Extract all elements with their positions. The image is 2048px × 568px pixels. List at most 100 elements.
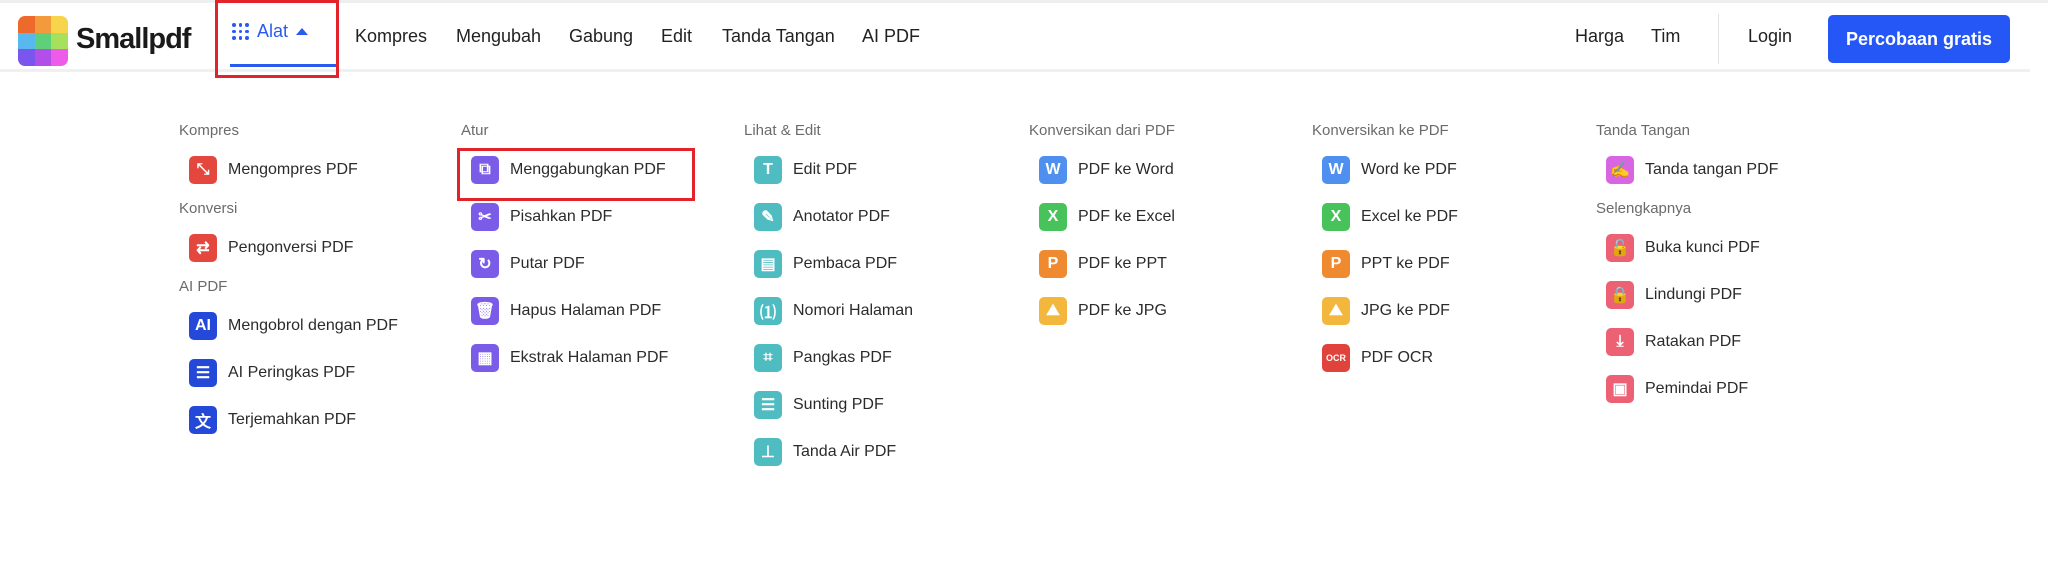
menu-item-label: Ekstrak Halaman PDF xyxy=(510,348,669,366)
translate-icon: 文 xyxy=(189,405,217,434)
nav-gabung[interactable]: Gabung xyxy=(569,26,633,47)
menu-item-label: Putar PDF xyxy=(510,254,585,272)
menu-item-pengonversi-pdf[interactable]: ⇄ Pengonversi PDF xyxy=(189,221,398,274)
menu-column: Lihat & Edit T Edit PDF ✎ Anotator PDF ▤ Pemba… xyxy=(744,120,913,478)
pencil-icon: ✎ xyxy=(754,202,782,231)
menu-column: Kompres ⤡ Mengompres PDF Konversi ⇄ Pengonver… xyxy=(179,120,398,446)
menu-item-label: Excel ke PDF xyxy=(1361,207,1458,225)
smallpdf-logo-icon[interactable] xyxy=(18,16,68,66)
menu-item-label: Ratakan PDF xyxy=(1645,332,1742,350)
menu-item-pdf-ke-jpg[interactable]: ⛰ PDF ke JPG xyxy=(1039,284,1175,337)
menu-item-label: Tanda tangan PDF xyxy=(1645,160,1779,178)
word-icon: W xyxy=(1039,155,1067,184)
signature-icon: ✍ xyxy=(1606,155,1634,184)
merge-icon: ⧉ xyxy=(471,155,499,184)
menu-column: Konversikan ke PDF W Word ke PDF X Excel ke … xyxy=(1312,120,1458,384)
word-icon: W xyxy=(1322,155,1350,184)
menu-item-label: Word ke PDF xyxy=(1361,160,1457,178)
menu-item-jpg-ke-pdf[interactable]: ⛰ JPG ke PDF xyxy=(1322,284,1458,337)
menu-item-pemindai-pdf[interactable]: ▣ Pemindai PDF xyxy=(1606,362,1778,415)
menu-item-anotator-pdf[interactable]: ✎ Anotator PDF xyxy=(754,190,913,243)
free-trial-button[interactable]: Percobaan gratis xyxy=(1828,15,2010,63)
menu-item-label: Pemindai PDF xyxy=(1645,379,1749,397)
lock-icon: 🔒 xyxy=(1606,280,1634,309)
menu-item-label: Anotator PDF xyxy=(793,207,890,225)
menu-item-buka-kunci-pdf[interactable]: 🔓 Buka kunci PDF xyxy=(1606,221,1778,274)
section-heading: Konversikan dari PDF xyxy=(1029,122,1175,139)
nav-mengubah[interactable]: Mengubah xyxy=(456,26,541,47)
menu-item-pembaca-pdf[interactable]: ▤ Pembaca PDF xyxy=(754,237,913,290)
brand-name[interactable]: Smallpdf xyxy=(76,23,191,56)
menu-item-label: Sunting PDF xyxy=(793,395,884,413)
menu-item-label: PDF ke JPG xyxy=(1078,301,1167,319)
menu-item-word-ke-pdf[interactable]: W Word ke PDF xyxy=(1322,143,1458,196)
document-icon: ▤ xyxy=(754,249,782,278)
menu-item-ekstrak-halaman-pdf[interactable]: ▦ Ekstrak Halaman PDF xyxy=(471,331,668,384)
menu-item-menggabungkan-pdf[interactable]: ⧉ Menggabungkan PDF xyxy=(471,143,668,196)
menu-item-label: Lindungi PDF xyxy=(1645,285,1742,303)
highlight-box-tools xyxy=(215,0,339,78)
flatten-icon: ⤓ xyxy=(1606,327,1634,356)
menu-item-label: Menggabungkan PDF xyxy=(510,160,666,178)
menu-item-edit-pdf[interactable]: T Edit PDF xyxy=(754,143,913,196)
nav-tanda-tangan[interactable]: Tanda Tangan xyxy=(722,26,835,47)
menu-column: Konversikan dari PDF W PDF ke Word X PDF ke … xyxy=(1029,120,1175,337)
nav-divider xyxy=(1718,14,1719,64)
menu-item-pangkas-pdf[interactable]: ⌗ Pangkas PDF xyxy=(754,331,913,384)
menu-item-pdf-ocr[interactable]: OCR PDF OCR xyxy=(1322,331,1458,384)
menu-item-label: Hapus Halaman PDF xyxy=(510,301,662,319)
menu-item-label: Pangkas PDF xyxy=(793,348,892,366)
nav-ai-pdf[interactable]: AI PDF xyxy=(862,26,920,47)
excel-icon: X xyxy=(1322,202,1350,231)
image-icon: ⛰ xyxy=(1039,296,1067,325)
menu-item-label: Mengobrol dengan PDF xyxy=(228,316,398,334)
ocr-icon: OCR xyxy=(1322,343,1350,372)
section-heading: Atur xyxy=(461,122,489,139)
menu-item-ratakan-pdf[interactable]: ⤓ Ratakan PDF xyxy=(1606,315,1778,368)
menu-item-tanda-tangan-pdf[interactable]: ✍ Tanda tangan PDF xyxy=(1606,143,1778,196)
menu-item-label: Pembaca PDF xyxy=(793,254,898,272)
menu-item-label: Mengompres PDF xyxy=(228,160,358,178)
menu-item-excel-ke-pdf[interactable]: X Excel ke PDF xyxy=(1322,190,1458,243)
trash-icon: 🗑 xyxy=(471,296,499,325)
list-icon: ☰ xyxy=(189,358,217,387)
menu-item-mengompres-pdf[interactable]: ⤡ Mengompres PDF xyxy=(189,143,398,196)
menu-item-tanda-air-pdf[interactable]: ⊥ Tanda Air PDF xyxy=(754,425,913,478)
nav-tim[interactable]: Tim xyxy=(1651,26,1680,47)
menu-item-pdf-ke-excel[interactable]: X PDF ke Excel xyxy=(1039,190,1175,243)
menu-item-mengobrol-dengan-pdf[interactable]: AI Mengobrol dengan PDF xyxy=(189,299,398,352)
menu-item-label: JPG ke PDF xyxy=(1361,301,1450,319)
page-number-icon: ⑴ xyxy=(754,296,782,325)
menu-item-label: PPT ke PDF xyxy=(1361,254,1450,272)
nav-kompres[interactable]: Kompres xyxy=(355,26,427,47)
nav-edit[interactable]: Edit xyxy=(661,26,692,47)
menu-item-hapus-halaman-pdf[interactable]: 🗑 Hapus Halaman PDF xyxy=(471,284,668,337)
nav-harga[interactable]: Harga xyxy=(1575,26,1624,47)
menu-item-pdf-ke-ppt[interactable]: P PDF ke PPT xyxy=(1039,237,1175,290)
menu-item-label: Pengonversi PDF xyxy=(228,238,354,256)
menu-column: Tanda Tangan ✍ Tanda tangan PDF Selengkapny… xyxy=(1596,120,1778,415)
section-heading: Konversikan ke PDF xyxy=(1312,122,1449,139)
section-heading: Lihat & Edit xyxy=(744,122,821,139)
menu-item-nomori-halaman[interactable]: ⑴ Nomori Halaman xyxy=(754,284,913,337)
login-link[interactable]: Login xyxy=(1748,26,1792,47)
compress-icon: ⤡ xyxy=(189,155,217,184)
redact-icon: ☰ xyxy=(754,390,782,419)
ppt-icon: P xyxy=(1039,249,1067,278)
section-heading: Tanda Tangan xyxy=(1596,122,1690,139)
menu-item-pisahkan-pdf[interactable]: ✂ Pisahkan PDF xyxy=(471,190,668,243)
menu-item-putar-pdf[interactable]: ↻ Putar PDF xyxy=(471,237,668,290)
menu-item-lindungi-pdf[interactable]: 🔒 Lindungi PDF xyxy=(1606,268,1778,321)
menu-item-terjemahkan-pdf[interactable]: 文 Terjemahkan PDF xyxy=(189,393,398,446)
menu-item-label: PDF ke Word xyxy=(1078,160,1174,178)
menu-item-label: Nomori Halaman xyxy=(793,301,914,319)
menu-item-ppt-ke-pdf[interactable]: P PPT ke PDF xyxy=(1322,237,1458,290)
ai-chat-icon: AI xyxy=(189,311,217,340)
menu-item-ai-peringkas-pdf[interactable]: ☰ AI Peringkas PDF xyxy=(189,346,398,399)
menu-item-pdf-ke-word[interactable]: W PDF ke Word xyxy=(1039,143,1175,196)
section-heading: Kompres xyxy=(179,122,240,139)
menu-item-label: Buka kunci PDF xyxy=(1645,238,1760,256)
menu-item-label: PDF OCR xyxy=(1361,348,1433,366)
menu-item-label: Tanda Air PDF xyxy=(793,442,897,460)
menu-item-sunting-pdf[interactable]: ☰ Sunting PDF xyxy=(754,378,913,431)
